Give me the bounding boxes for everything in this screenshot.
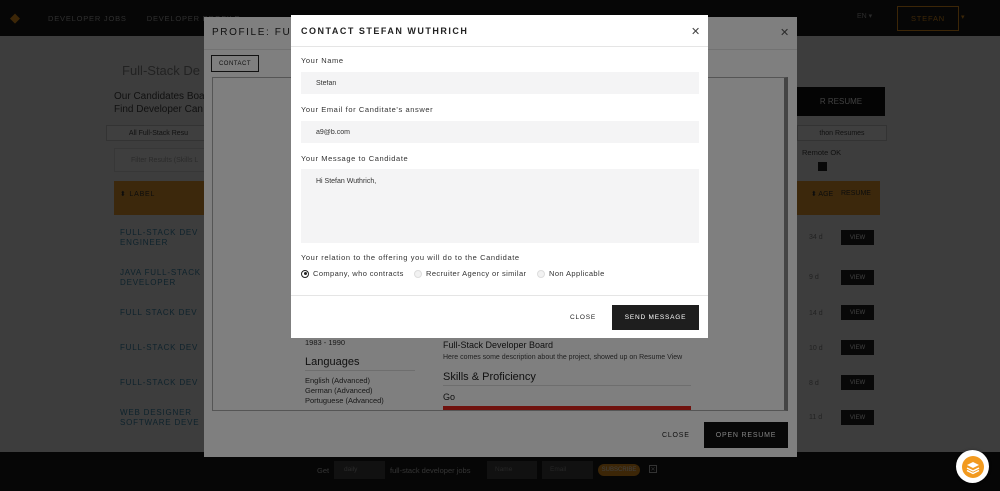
email-field[interactable]	[301, 121, 699, 143]
close-icon[interactable]: ✕	[691, 25, 700, 38]
radio-unselected-icon[interactable]	[537, 269, 545, 278]
message-label: Your Message to Candidate	[301, 154, 409, 163]
name-field[interactable]	[301, 72, 699, 94]
email-label: Your Email for Canditate's answer	[301, 105, 434, 114]
message-textarea[interactable]: Hi Stefan Wuthrich,	[301, 169, 699, 243]
relation-radio-agency[interactable]: Recruiter Agency or similar	[414, 269, 526, 278]
chat-stack-icon	[961, 455, 984, 478]
name-label: Your Name	[301, 56, 344, 65]
relation-radio-none[interactable]: Non Applicable	[537, 269, 605, 278]
radio-unselected-icon[interactable]	[414, 269, 422, 278]
contact-modal-title: CONTACT STEFAN WUTHRICH	[301, 26, 469, 36]
contact-close-button[interactable]: CLOSE	[570, 314, 596, 321]
radio-selected-icon[interactable]	[301, 269, 309, 278]
divider	[291, 295, 708, 296]
divider	[291, 46, 708, 47]
contact-modal: CONTACT STEFAN WUTHRICH ✕ Your Name Your…	[291, 15, 708, 338]
chat-button[interactable]	[956, 450, 989, 483]
relation-radio-company[interactable]: Company, who contracts	[301, 269, 404, 278]
relation-label: Your relation to the offering you will d…	[301, 253, 520, 262]
send-message-button[interactable]: SEND MESSAGE	[612, 305, 699, 330]
